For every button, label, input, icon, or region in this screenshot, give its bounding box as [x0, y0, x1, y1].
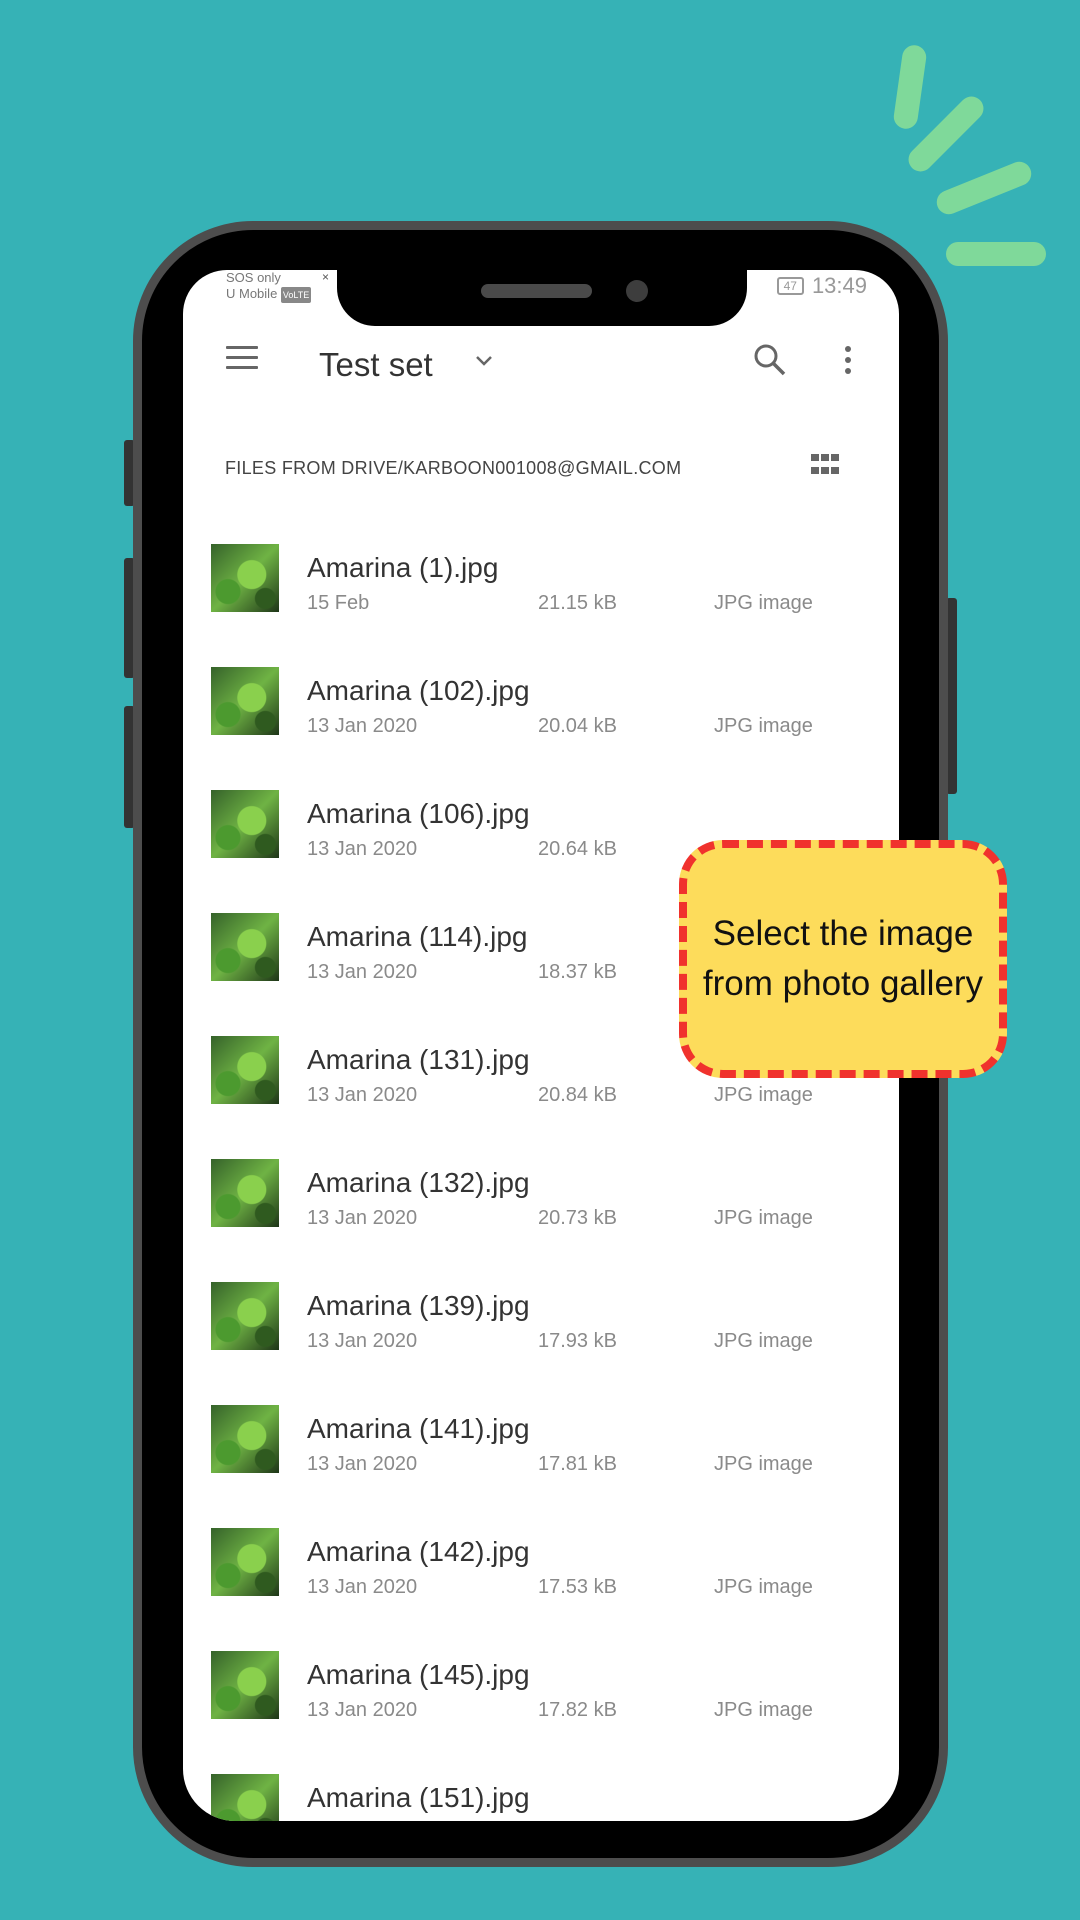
file-row[interactable]: Amarina (151).jpg	[183, 1762, 899, 1821]
file-size: 18.37 kB	[538, 961, 617, 983]
file-date: 13 Jan 2020	[307, 1576, 418, 1598]
file-size: 17.81 kB	[538, 1453, 617, 1475]
file-row[interactable]: Amarina (141).jpg 13 Jan 2020 17.81 kB JPG …	[183, 1393, 899, 1516]
file-name: Amarina (139).jpg	[307, 1290, 530, 1321]
network-badge: VoLTE	[280, 286, 312, 303]
battery-icon: 47	[776, 277, 804, 295]
file-row[interactable]: Amarina (142).jpg 13 Jan 2020 17.53 kB JPG …	[183, 1516, 899, 1639]
file-type: JPG image	[714, 1453, 813, 1475]
file-size: 21.15 kB	[538, 592, 617, 614]
file-name: Amarina (141).jpg	[307, 1413, 530, 1444]
file-name: Amarina (1).jpg	[307, 552, 499, 583]
section-header: FILES FROM DRIVE/KARBOON001008@GMAIL.COM	[225, 458, 682, 478]
file-thumbnail	[211, 544, 279, 612]
file-date: 13 Jan 2020	[307, 1330, 418, 1352]
file-row[interactable]: Amarina (145).jpg 13 Jan 2020 17.82 kB JPG …	[183, 1639, 899, 1762]
file-thumbnail	[211, 667, 279, 735]
file-date: 13 Jan 2020	[307, 1084, 418, 1106]
file-size: 17.93 kB	[538, 1330, 617, 1352]
file-thumbnail	[211, 1405, 279, 1473]
file-size: 20.64 kB	[538, 838, 617, 860]
file-date: 13 Jan 2020	[307, 1207, 418, 1229]
file-date: 13 Jan 2020	[307, 961, 418, 983]
instruction-callout: Select the image from photo gallery	[679, 840, 1007, 1078]
file-size: 17.82 kB	[538, 1699, 617, 1721]
phone-camera	[626, 280, 648, 302]
file-type: JPG image	[714, 1207, 813, 1229]
file-date: 13 Jan 2020	[307, 1699, 418, 1721]
file-type: JPG image	[714, 592, 813, 614]
file-name: Amarina (106).jpg	[307, 798, 530, 829]
file-thumbnail	[211, 1282, 279, 1350]
file-thumbnail	[211, 1528, 279, 1596]
file-date: 13 Jan 2020	[307, 1453, 418, 1475]
grid-view-icon[interactable]	[811, 454, 839, 478]
file-row[interactable]: Amarina (132).jpg 13 Jan 2020 20.73 kB JPG …	[183, 1147, 899, 1270]
file-date: 13 Jan 2020	[307, 838, 418, 860]
sparkle-dash-3	[933, 158, 1035, 218]
hamburger-menu-icon[interactable]	[226, 346, 258, 370]
file-size: 20.84 kB	[538, 1084, 617, 1106]
chevron-down-icon[interactable]	[469, 346, 499, 376]
file-name: Amarina (102).jpg	[307, 675, 530, 706]
file-name: Amarina (131).jpg	[307, 1044, 530, 1075]
file-thumbnail	[211, 1774, 279, 1821]
carrier-info: SOS only U Mobile VoLTE	[226, 270, 312, 303]
file-thumbnail	[211, 1159, 279, 1227]
sparkle-dash-1	[892, 43, 928, 131]
file-name: Amarina (145).jpg	[307, 1659, 530, 1690]
file-size: 20.73 kB	[538, 1207, 617, 1229]
file-size: 17.53 kB	[538, 1576, 617, 1598]
file-date: 15 Feb	[307, 592, 370, 614]
search-icon[interactable]	[752, 342, 788, 378]
carrier-line-1: SOS only	[226, 270, 281, 285]
file-thumbnail	[211, 913, 279, 981]
folder-title[interactable]: Test set	[319, 346, 433, 384]
file-type: JPG image	[714, 1576, 813, 1598]
file-thumbnail	[211, 790, 279, 858]
carrier-line-2: U Mobile VoLTE	[226, 286, 312, 303]
file-thumbnail	[211, 1036, 279, 1104]
file-name: Amarina (151).jpg	[307, 1782, 530, 1813]
file-type: JPG image	[714, 715, 813, 737]
file-size: 20.04 kB	[538, 715, 617, 737]
file-row[interactable]: Amarina (102).jpg 13 Jan 2020 20.04 kB JPG …	[183, 655, 899, 778]
sparkle-dash-4	[946, 242, 1046, 266]
file-name: Amarina (142).jpg	[307, 1536, 530, 1567]
file-type: JPG image	[714, 1330, 813, 1352]
file-date: 13 Jan 2020	[307, 715, 418, 737]
file-type: JPG image	[714, 1084, 813, 1106]
file-thumbnail	[211, 1651, 279, 1719]
file-row[interactable]: Amarina (1).jpg 15 Feb 21.15 kB JPG image	[183, 532, 899, 655]
file-name: Amarina (132).jpg	[307, 1167, 530, 1198]
phone-speaker	[481, 284, 592, 298]
file-row[interactable]: Amarina (139).jpg 13 Jan 2020 17.93 kB JPG …	[183, 1270, 899, 1393]
file-type: JPG image	[714, 1699, 813, 1721]
close-icon: ×	[322, 270, 330, 284]
more-vert-icon[interactable]	[843, 346, 853, 380]
file-name: Amarina (114).jpg	[307, 921, 528, 952]
clock: 13:49	[811, 273, 867, 298]
status-right: 47 13:49	[776, 273, 867, 299]
